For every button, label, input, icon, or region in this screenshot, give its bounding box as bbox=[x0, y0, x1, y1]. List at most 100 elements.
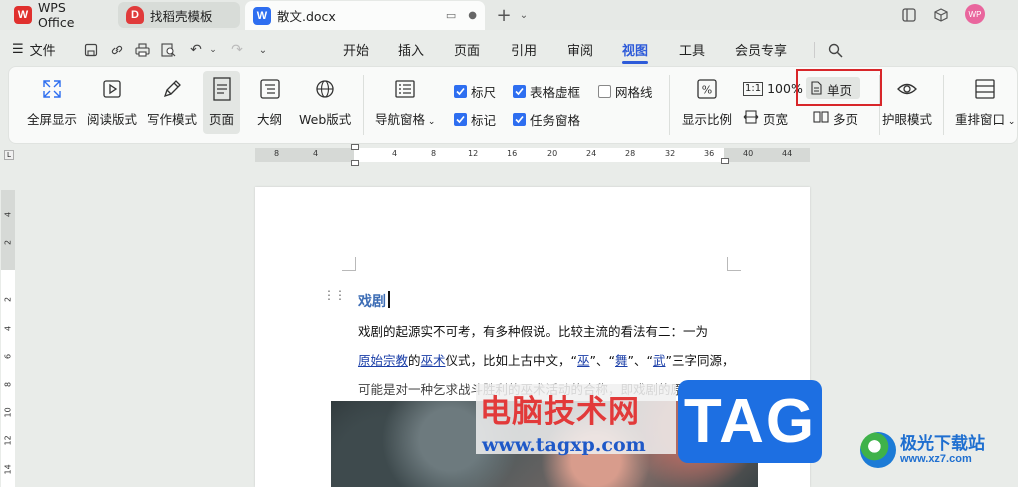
ruler-tick: 12 bbox=[468, 149, 479, 158]
tab-insert[interactable]: 插入 bbox=[398, 39, 424, 59]
hyperlink[interactable]: 武 bbox=[653, 353, 666, 368]
hyperlink[interactable]: 原始宗教 bbox=[358, 353, 408, 368]
tab-tools[interactable]: 工具 bbox=[679, 39, 705, 59]
first-line-indent-marker[interactable] bbox=[351, 144, 359, 150]
ruler-tick: 2 bbox=[3, 239, 13, 246]
title-bar: W WPS Office D 找稻壳模板 W 散文.docx ▭ ● + ⌄ W… bbox=[0, 0, 1018, 30]
ruler-tick: 4 bbox=[392, 149, 398, 158]
redo-icon[interactable]: ↷ bbox=[228, 41, 246, 59]
undo-icon[interactable]: ↶ bbox=[187, 41, 205, 59]
highlight-annotation-box bbox=[796, 69, 882, 106]
tab-home[interactable]: 开始 bbox=[343, 39, 369, 59]
ruler-tick: 8 bbox=[274, 149, 280, 158]
tab-membership[interactable]: 会员专享 bbox=[735, 39, 787, 59]
multi-page-label: 多页 bbox=[833, 112, 859, 127]
one-to-one-icon: 1:1 bbox=[743, 81, 764, 96]
multi-page-button[interactable]: 多页 bbox=[813, 109, 858, 128]
more-chevron-icon[interactable]: ⌄ bbox=[254, 41, 272, 59]
nav-pane-button[interactable]: 导航窗格 ⌄ bbox=[375, 75, 435, 128]
tab-wps-office[interactable]: W WPS Office bbox=[6, 0, 114, 30]
file-menu[interactable]: ☰ 文件 bbox=[12, 39, 56, 59]
unsaved-dot-icon[interactable]: ● bbox=[468, 10, 477, 21]
file-menu-label: 文件 bbox=[29, 43, 56, 59]
eye-mode-button[interactable]: 护眼模式 bbox=[882, 75, 932, 128]
ribbon-divider bbox=[363, 75, 364, 135]
tab-view[interactable]: 视图 bbox=[622, 39, 648, 59]
gridlines-checkbox-label: 网格线 bbox=[615, 85, 653, 100]
text-run: 仪式，比如上古中文，“ bbox=[445, 353, 578, 368]
page-view-button[interactable]: 页面 bbox=[203, 71, 241, 134]
hanging-indent-marker[interactable] bbox=[351, 160, 359, 166]
zoom-100-button[interactable]: 1:1 100% bbox=[743, 81, 803, 96]
tab-review[interactable]: 审阅 bbox=[567, 39, 593, 59]
read-mode-button[interactable]: 阅读版式 bbox=[87, 75, 137, 128]
hyperlink[interactable]: 巫术 bbox=[421, 353, 446, 368]
chevron-down-icon: ⌄ bbox=[425, 117, 436, 127]
wps-logo-icon: W bbox=[14, 6, 32, 24]
ruler-tick: 10 bbox=[3, 407, 13, 418]
paragraph-line[interactable]: 戏剧的起源实不可考，有多种假说。比较主流的看法有二：一为 bbox=[358, 321, 708, 340]
screen-icon[interactable]: ▭ bbox=[446, 9, 456, 22]
write-mode-label: 写作模式 bbox=[147, 112, 198, 127]
globe-icon bbox=[314, 75, 336, 103]
display-ratio-button[interactable]: % 显示比例 bbox=[682, 75, 732, 128]
new-tab-plus-icon[interactable]: + bbox=[494, 5, 514, 26]
checkbox-checked-icon bbox=[513, 85, 526, 98]
ruler-tick: 4 bbox=[3, 325, 13, 332]
page-view-icon bbox=[211, 75, 233, 103]
save-icon[interactable] bbox=[82, 41, 100, 59]
full-screen-button[interactable]: 全屏显示 bbox=[27, 75, 77, 128]
ruler-tick: 4 bbox=[313, 149, 319, 158]
print-preview-icon[interactable] bbox=[159, 41, 177, 59]
tab-list-chevron-icon[interactable]: ⌄ bbox=[514, 5, 534, 25]
print-icon[interactable] bbox=[133, 41, 151, 59]
undo-dropdown-chevron-icon[interactable]: ⌄ bbox=[204, 41, 222, 59]
nav-pane-label-wrap: 导航窗格 ⌄ bbox=[375, 109, 435, 128]
ruler-tick: 32 bbox=[665, 149, 676, 158]
write-mode-button[interactable]: 写作模式 bbox=[147, 75, 197, 128]
table-gridlines-checkbox[interactable]: 表格虚框 bbox=[513, 82, 580, 101]
read-mode-label: 阅读版式 bbox=[87, 112, 138, 127]
page-width-button[interactable]: 页宽 bbox=[743, 109, 788, 128]
multi-page-icon bbox=[813, 110, 829, 127]
outline-label: 大纲 bbox=[257, 112, 283, 127]
rearrange-windows-button[interactable]: 重排窗口 ⌄ bbox=[955, 75, 1015, 128]
hyperlink[interactable]: 舞 bbox=[615, 353, 628, 368]
tab-label: 找稻壳模板 bbox=[150, 8, 213, 24]
tab-references[interactable]: 引用 bbox=[511, 39, 537, 59]
download-site-text: 极光下载站 www.xz7.com bbox=[900, 435, 985, 465]
web-layout-button[interactable]: Web版式 bbox=[299, 75, 351, 128]
document-heading[interactable]: 戏剧 bbox=[358, 291, 386, 311]
hyperlink[interactable]: 巫 bbox=[577, 353, 590, 368]
ruler-checkbox[interactable]: 标尺 bbox=[454, 82, 496, 101]
outline-button[interactable]: 大纲 bbox=[257, 75, 282, 128]
share-link-icon[interactable] bbox=[108, 41, 126, 59]
display-ratio-label: 显示比例 bbox=[682, 112, 733, 127]
search-icon[interactable] bbox=[826, 41, 844, 59]
gridlines-checkbox[interactable]: 网格线 bbox=[598, 82, 653, 101]
vertical-ruler[interactable]: 4 2 2 4 6 8 10 12 14 bbox=[1, 190, 15, 487]
checkbox-checked-icon bbox=[513, 113, 526, 126]
sidebar-layout-icon[interactable] bbox=[899, 5, 919, 25]
task-pane-checkbox-label: 任务窗格 bbox=[530, 113, 581, 128]
tab-page[interactable]: 页面 bbox=[454, 39, 480, 59]
ruler-corner-tab[interactable]: L bbox=[4, 150, 14, 160]
ruler-tick: 20 bbox=[547, 149, 558, 158]
ruler-tick: 40 bbox=[743, 149, 754, 158]
marks-checkbox[interactable]: 标记 bbox=[454, 110, 496, 129]
eye-mode-label: 护眼模式 bbox=[882, 112, 933, 127]
tab-docer-templates[interactable]: D 找稻壳模板 bbox=[118, 2, 240, 28]
right-indent-marker[interactable] bbox=[721, 158, 729, 164]
web-layout-label: Web版式 bbox=[299, 112, 352, 127]
chevron-down-icon: ⌄ bbox=[1005, 117, 1016, 127]
horizontal-ruler[interactable]: 8 4 4 8 12 16 20 24 28 32 36 40 44 bbox=[255, 144, 810, 166]
download-site-name: 极光下载站 bbox=[900, 434, 985, 454]
avatar[interactable]: WP bbox=[965, 4, 985, 24]
paragraph-line[interactable]: 原始宗教的巫术仪式，比如上古中文，“巫”、“舞”、“武”三字同源， bbox=[358, 350, 734, 369]
drag-handle-icon[interactable]: ⋮⋮ bbox=[323, 289, 346, 301]
cube-icon[interactable] bbox=[931, 5, 951, 25]
ruler-tick: 6 bbox=[3, 353, 13, 360]
divider bbox=[814, 42, 815, 58]
task-pane-checkbox[interactable]: 任务窗格 bbox=[513, 110, 580, 129]
tab-document[interactable]: W 散文.docx ▭ ● bbox=[245, 1, 485, 30]
